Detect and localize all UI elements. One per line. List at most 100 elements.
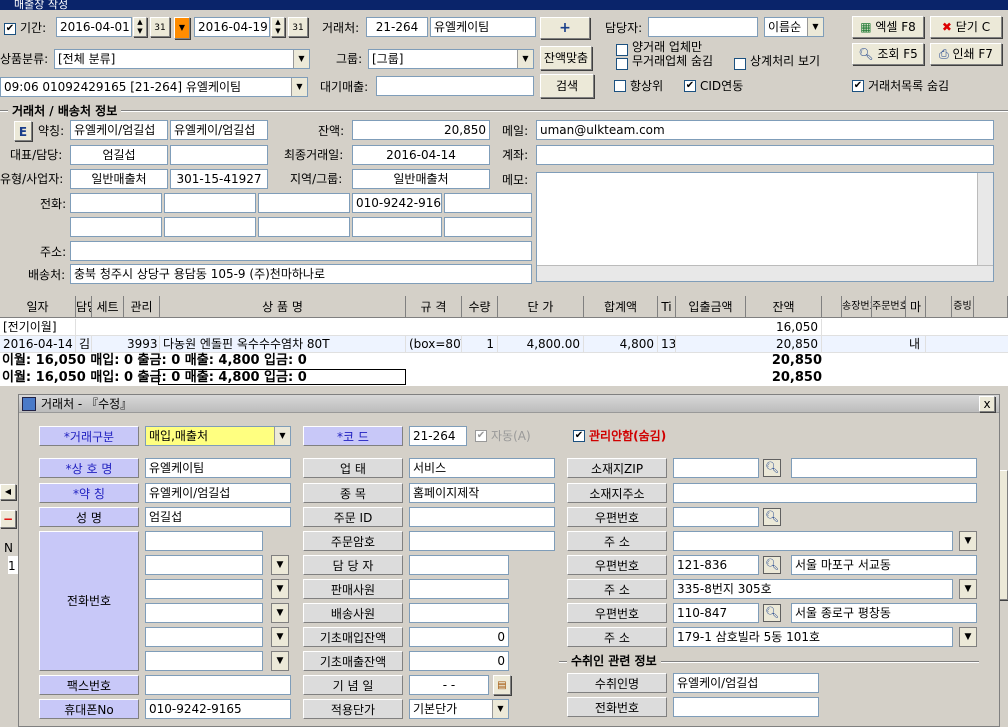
- date-from-spinner[interactable]: ▲ ▼: [133, 17, 147, 37]
- address-field[interactable]: [70, 241, 532, 261]
- abbr-dialog-field[interactable]: 유엘케이/엄길섭: [145, 483, 291, 503]
- mobile-field[interactable]: 010-9242-9165: [145, 699, 291, 719]
- remove-icon[interactable]: −: [0, 510, 16, 528]
- date-to-spinner[interactable]: ▲ ▼: [271, 17, 285, 37]
- manage-no-checkbox[interactable]: ✔: [573, 430, 585, 442]
- balance-fit-button[interactable]: 잔액맞춤: [540, 46, 592, 70]
- hide-list-checkbox[interactable]: ✔: [852, 80, 864, 92]
- anniversary-field[interactable]: - -: [409, 675, 489, 695]
- region-field[interactable]: 일반매출처: [352, 169, 490, 189]
- phone-field-6[interactable]: [70, 217, 162, 237]
- price-level-select[interactable]: 기본단가 ▼: [409, 699, 509, 719]
- excel-button[interactable]: ▦ 엑셀 F8: [852, 16, 924, 38]
- phone-field-8[interactable]: [258, 217, 350, 237]
- base-sell-field[interactable]: 0: [409, 651, 509, 671]
- rep-field[interactable]: 엄길섭: [70, 145, 168, 165]
- zip2-area-field[interactable]: 서울 마포구 서교동: [791, 555, 977, 575]
- date-from-field[interactable]: 2016-04-01: [56, 17, 132, 37]
- zip3-field[interactable]: 110-847: [673, 603, 759, 623]
- both-trade-checkbox[interactable]: [616, 44, 628, 56]
- zip2-field[interactable]: 121-836: [673, 555, 759, 575]
- sales-rep-field[interactable]: [409, 579, 509, 599]
- col-ti[interactable]: Ti: [658, 296, 676, 318]
- biz-item-field[interactable]: 홈페이지제작: [409, 483, 555, 503]
- rep-field-2[interactable]: [170, 145, 268, 165]
- abbr-field-1[interactable]: 유엘케이/엄길섭: [70, 120, 168, 140]
- memo-area[interactable]: [536, 172, 994, 282]
- auto-checkbox[interactable]: ✔: [475, 430, 487, 442]
- col-qty[interactable]: 수량: [462, 296, 498, 318]
- customer-code-field[interactable]: 21-264: [366, 17, 428, 37]
- search-button[interactable]: 검색: [540, 74, 594, 98]
- calendar-icon[interactable]: 31: [288, 17, 308, 37]
- cid-checkbox[interactable]: ✔: [684, 80, 696, 92]
- col-ma[interactable]: 마: [906, 296, 926, 318]
- group-select[interactable]: [그룹] ▼: [368, 49, 534, 69]
- code-field[interactable]: 21-264: [409, 426, 467, 446]
- col-code[interactable]: 관리: [124, 296, 160, 318]
- chevron-down-icon[interactable]: ▼: [959, 531, 977, 551]
- zip-loc-field[interactable]: [673, 458, 759, 478]
- abbr-field-2[interactable]: 유엘케이/엄길섭: [170, 120, 268, 140]
- chevron-down-icon[interactable]: ▼: [959, 627, 977, 647]
- customer-name-field[interactable]: 유엘케이팀: [430, 17, 536, 37]
- phone-number-field-5[interactable]: [145, 627, 263, 647]
- col-date[interactable]: 일자: [0, 296, 76, 318]
- col-balance[interactable]: 잔액: [746, 296, 822, 318]
- add-customer-button[interactable]: +: [540, 17, 590, 39]
- customer-edit-dialog[interactable]: 거래처 - 『수정』 x *거래구분 매입,매출처 ▼ *코 드 21-264 ✔…: [18, 394, 1000, 727]
- search-icon[interactable]: 🔍︎: [763, 604, 781, 622]
- recv-name-field[interactable]: 유엘케이/엄길섭: [673, 673, 819, 693]
- zip3-area-field[interactable]: 서울 종로구 평창동: [791, 603, 977, 623]
- col-mgr[interactable]: 담당: [76, 296, 92, 318]
- dropdown-orange-icon[interactable]: ▼: [174, 17, 190, 39]
- phone-field-3[interactable]: [258, 193, 350, 213]
- table-row[interactable]: [전기이월] 16,050: [0, 319, 1008, 336]
- zip1-field[interactable]: [673, 507, 759, 527]
- chevron-down-icon[interactable]: ▼: [271, 579, 289, 599]
- ship-field[interactable]: 충북 청주시 상당구 용담동 105-9 (주)천마하나로: [70, 264, 532, 284]
- category-select[interactable]: [전체 분류] ▼: [54, 49, 310, 69]
- zip-loc-area-field[interactable]: [791, 458, 977, 478]
- phone-field-2[interactable]: [164, 193, 256, 213]
- calendar-icon[interactable]: ▤: [493, 675, 511, 695]
- fax-field[interactable]: [145, 675, 291, 695]
- dialog-titlebar[interactable]: 거래처 - 『수정』: [19, 395, 999, 413]
- chevron-down-icon[interactable]: ▼: [271, 651, 289, 671]
- dialog-close-button[interactable]: x: [979, 396, 995, 412]
- dialog-manager-field[interactable]: [409, 555, 509, 575]
- table-row[interactable]: 2016-04-14 김 3993 다농원 엔돌핀 옥수수수염차 80T (bo…: [0, 336, 1008, 353]
- always-top-checkbox[interactable]: [614, 80, 626, 92]
- phone-number-field-6[interactable]: [145, 651, 263, 671]
- col-inout[interactable]: 입출금액: [676, 296, 746, 318]
- phone-field-7[interactable]: [164, 217, 256, 237]
- last-trade-field[interactable]: 2016-04-14: [352, 145, 490, 165]
- col-set[interactable]: 세트: [92, 296, 124, 318]
- phone-field-4[interactable]: 010-9242-9165: [352, 193, 442, 213]
- col-invoice[interactable]: 송장번호: [842, 296, 872, 318]
- chevron-down-icon[interactable]: ▼: [271, 555, 289, 575]
- search-icon[interactable]: 🔍︎: [763, 556, 781, 574]
- phone-field-5[interactable]: [444, 193, 532, 213]
- memo-hscrollbar[interactable]: [537, 265, 993, 281]
- phone-number-field-4[interactable]: [145, 603, 263, 623]
- offset-checkbox[interactable]: [734, 58, 746, 70]
- type-field[interactable]: 일반매출처: [70, 169, 168, 189]
- edit-customer-button[interactable]: E: [14, 121, 32, 141]
- delivery-rep-field[interactable]: [409, 603, 509, 623]
- sort-select[interactable]: 이름순 ▼: [764, 17, 824, 37]
- bizno-field[interactable]: 301-15-41927: [170, 169, 268, 189]
- search-icon[interactable]: 🔍︎: [763, 508, 781, 526]
- col-total[interactable]: 합계액: [584, 296, 658, 318]
- close-button[interactable]: ✖ 닫기 C: [930, 16, 1002, 38]
- search-icon[interactable]: 🔍︎: [763, 459, 781, 477]
- company-field[interactable]: 유엘케이팀: [145, 458, 291, 478]
- recv-phone-field[interactable]: [673, 697, 819, 717]
- trade-type-select[interactable]: 매입,매출처 ▼: [145, 426, 291, 446]
- balance-field[interactable]: 20,850: [352, 120, 490, 140]
- phone-number-field-2[interactable]: [145, 555, 263, 575]
- col-spec[interactable]: 규 격: [406, 296, 462, 318]
- col-order[interactable]: 주문번호: [872, 296, 906, 318]
- memo-scrollbar[interactable]: [977, 173, 993, 265]
- phone-number-field-3[interactable]: [145, 579, 263, 599]
